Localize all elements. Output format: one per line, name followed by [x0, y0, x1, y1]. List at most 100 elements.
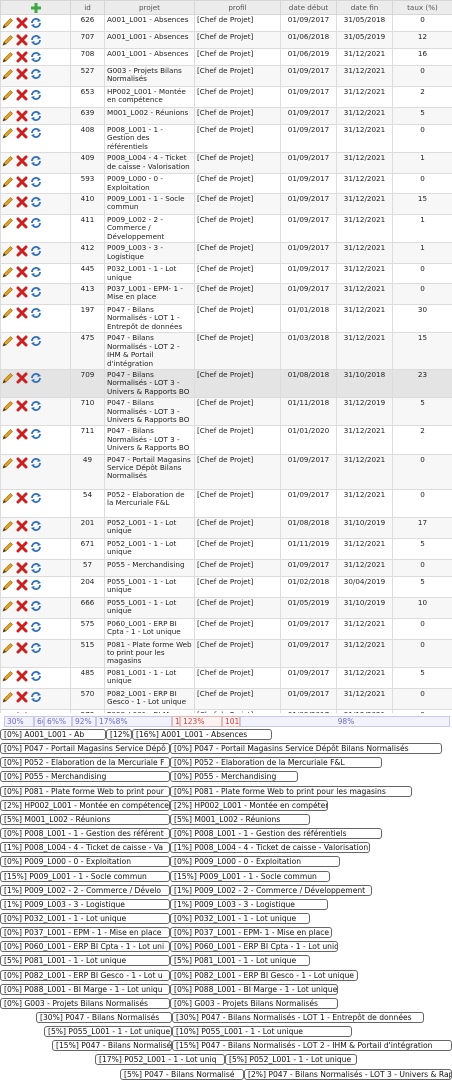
refresh-icon[interactable]: [30, 428, 42, 440]
delete-icon[interactable]: [16, 34, 28, 46]
pencil-icon[interactable]: [2, 457, 14, 469]
gantt-bar[interactable]: [15%] P009_L001 - 1 - Socle commun: [170, 870, 330, 882]
gantt-bar[interactable]: [0%] P052 - Elaboration de la Mercuriale…: [0, 757, 170, 769]
table-row[interactable]: 711 P047 - Bilans Normalisés - LOT 3 - Un…: [0, 425, 452, 455]
table-row[interactable]: 49 P047 - Portail Magasins Service Dépôt …: [0, 453, 452, 490]
delete-icon[interactable]: [16, 541, 28, 553]
gantt-bar[interactable]: [0%] P060_L001 - ERP BI Cpta - 1 - Lot u…: [0, 941, 170, 953]
pencil-icon[interactable]: [2, 670, 14, 682]
delete-icon[interactable]: [16, 68, 28, 80]
table-row[interactable]: 485 P081_L001 - 1 - Lot unique [Chef de Pr…: [0, 666, 452, 689]
delete-icon[interactable]: [16, 17, 28, 29]
refresh-icon[interactable]: [30, 245, 42, 257]
gantt-bar[interactable]: [0%] P055 - Merchandising: [170, 771, 298, 783]
gantt-bar[interactable]: [12%]: [106, 729, 132, 740]
table-row[interactable]: 710 P047 - Bilans Normalisés - LOT 3 - Un…: [0, 397, 452, 427]
delete-icon[interactable]: [16, 400, 28, 412]
gantt-bar[interactable]: [15%] P047 - Bilans Normalisés - LOT 2 -…: [172, 1040, 452, 1052]
table-row[interactable]: 709 P047 - Bilans Normalisés - LOT 3 - Un…: [0, 368, 452, 399]
delete-icon[interactable]: [16, 428, 28, 440]
gantt-bar[interactable]: [0%] G003 - Projets Bilans Normalisés: [170, 997, 338, 1009]
gantt-bar[interactable]: [1%] P008_L004 - 4 - Ticket de caisse - …: [0, 842, 170, 854]
col-header-projet[interactable]: projet: [104, 0, 195, 15]
pencil-icon[interactable]: [2, 621, 14, 633]
delete-icon[interactable]: [16, 372, 28, 384]
delete-icon[interactable]: [16, 492, 28, 504]
col-header-date-debut[interactable]: date début: [280, 0, 337, 15]
gantt-bar[interactable]: [5%] P047 - Bilans Normalisé: [120, 1068, 244, 1080]
gantt-bar[interactable]: [0%] P081 - Plate forme Web to print pou…: [0, 785, 170, 797]
gantt-bar[interactable]: [0%] G003 - Projets Bilans Normalisés: [0, 997, 170, 1009]
delete-icon[interactable]: [16, 127, 28, 139]
gantt-bar[interactable]: [0%] P082_L001 - ERP BI Gesco - 1 - Lot …: [0, 969, 170, 981]
gantt-bar[interactable]: [5%] P081_L001 - 1 - Lot unique: [0, 955, 170, 967]
table-row[interactable]: 197 P047 - Bilans Normalisés - LOT 1 - En…: [0, 304, 452, 334]
gantt-bar[interactable]: [1%] P008_L004 - 4 - Ticket de caisse - …: [170, 842, 370, 854]
refresh-icon[interactable]: [30, 17, 42, 29]
delete-icon[interactable]: [16, 89, 28, 101]
gantt-bar[interactable]: [2%] P047 - Bilans Normalisés - LOT 3 - …: [244, 1068, 452, 1080]
pencil-icon[interactable]: [2, 245, 14, 257]
pencil-icon[interactable]: [2, 541, 14, 553]
table-row[interactable]: 527 G003 - Projets Bilans Normalisés [Chef…: [0, 65, 452, 87]
gantt-bar[interactable]: [17%] P052_L001 - 1 - Lot uniq: [95, 1054, 225, 1066]
add-column[interactable]: [0, 0, 71, 15]
pencil-icon[interactable]: [2, 400, 14, 412]
pencil-icon[interactable]: [2, 642, 14, 654]
table-row[interactable]: 593 P009_L000 - 0 - Exploitation [Chef de …: [0, 173, 452, 195]
refresh-icon[interactable]: [30, 307, 42, 319]
refresh-icon[interactable]: [30, 691, 42, 703]
col-header-profil[interactable]: profil: [194, 0, 281, 15]
gantt-bar[interactable]: [16%] A001_L001 - Absences: [132, 729, 272, 740]
gantt-bar[interactable]: [0%] A001_L001 - Ab: [0, 729, 106, 740]
gantt-bar[interactable]: [0%] P032_L001 - 1 - Lot unique: [0, 912, 170, 924]
gantt-bar[interactable]: [0%] P032_L001 - 1 - Lot unique: [170, 912, 310, 924]
table-row[interactable]: 57 P055 - Merchandising [Chef de Projet] 01…: [0, 558, 452, 577]
refresh-icon[interactable]: [30, 670, 42, 682]
gantt-bar[interactable]: [0%] P008_L001 - 1 - Gestion des référen…: [170, 828, 382, 840]
gantt-bar[interactable]: [2%] HP002_L001 - Montée en compétence: [0, 799, 170, 811]
pencil-icon[interactable]: [2, 428, 14, 440]
pencil-icon[interactable]: [2, 110, 14, 122]
pencil-icon[interactable]: [2, 562, 14, 574]
gantt-bar[interactable]: [0%] P060_L001 - ERP BI Cpta - 1 - Lot u…: [170, 941, 338, 953]
gantt-bar[interactable]: [5%] P052_L001 - 1 - Lot unique: [225, 1054, 357, 1066]
pencil-icon[interactable]: [2, 520, 14, 532]
refresh-icon[interactable]: [30, 541, 42, 553]
table-row[interactable]: 575 P060_L001 - ERP BI Cpta - 1 - Lot uni…: [0, 617, 452, 640]
table-row[interactable]: 570 P082_L001 - ERP BI Gesco - 1 - Lot un…: [0, 687, 452, 710]
refresh-icon[interactable]: [30, 176, 42, 188]
delete-icon[interactable]: [16, 621, 28, 633]
delete-icon[interactable]: [16, 642, 28, 654]
gantt-bar[interactable]: [30%] P047 - Bilans Normalisés - LOT 1 -…: [172, 1012, 424, 1023]
gantt-bar[interactable]: [1%] P009_L002 - 2 - Commerce / Dévelo: [0, 884, 170, 896]
refresh-icon[interactable]: [30, 621, 42, 633]
pencil-icon[interactable]: [2, 89, 14, 101]
delete-icon[interactable]: [16, 110, 28, 122]
pencil-icon[interactable]: [2, 691, 14, 703]
col-header-date-fin[interactable]: date fin: [336, 0, 393, 15]
delete-icon[interactable]: [16, 217, 28, 229]
gantt-bar[interactable]: [0%] P037_L001 - EPM- 1 - Mise en place: [170, 927, 332, 939]
table-row[interactable]: 413 P037_L001 - EPM- 1 - Mise en place [Ch…: [0, 283, 452, 306]
delete-icon[interactable]: [16, 155, 28, 167]
delete-icon[interactable]: [16, 176, 28, 188]
gantt-bar[interactable]: [1%] P009_L003 - 3 - Logistique: [170, 898, 328, 910]
table-row[interactable]: 475 P047 - Bilans Normalisés - LOT 2 - IH…: [0, 332, 452, 370]
delete-icon[interactable]: [16, 457, 28, 469]
refresh-icon[interactable]: [30, 266, 42, 278]
gantt-bar[interactable]: [0%] P088_L001 - BI Marge - 1 - Lot uniq…: [170, 983, 338, 995]
refresh-icon[interactable]: [30, 196, 42, 208]
delete-icon[interactable]: [16, 520, 28, 532]
delete-icon[interactable]: [16, 266, 28, 278]
pencil-icon[interactable]: [2, 579, 14, 591]
gantt-bar[interactable]: [0%] P008_L001 - 1 - Gestion des référen…: [0, 828, 170, 840]
gantt-bar[interactable]: [15%] P009_L001 - 1 - Socle commun: [0, 870, 170, 882]
refresh-icon[interactable]: [30, 372, 42, 384]
delete-icon[interactable]: [16, 335, 28, 347]
table-row[interactable]: 409 P008_L004 - 4 - Ticket de caisse - Va…: [0, 152, 452, 175]
gantt-bar[interactable]: [15%] P047 - Bilans Normalisés: [52, 1040, 172, 1052]
delete-icon[interactable]: [16, 670, 28, 682]
refresh-icon[interactable]: [30, 520, 42, 532]
pencil-icon[interactable]: [2, 372, 14, 384]
